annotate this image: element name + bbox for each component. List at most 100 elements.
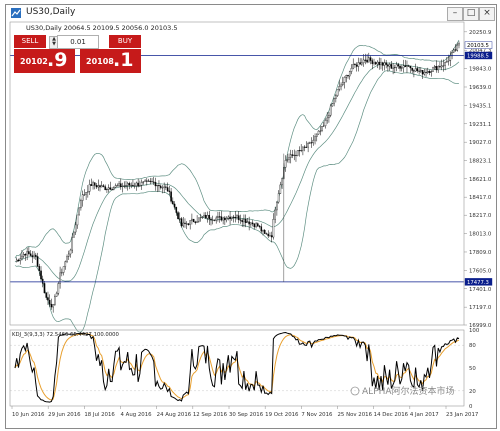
- candle-body: [284, 160, 287, 168]
- candle-body: [104, 186, 106, 191]
- candle-body: [163, 186, 165, 188]
- price-tick-label: 18823.1: [469, 159, 491, 165]
- candle-body: [336, 88, 339, 96]
- candle-body: [400, 67, 403, 69]
- candle-body: [140, 182, 143, 186]
- volume-input[interactable]: 0.01: [57, 35, 99, 49]
- candle-body: [76, 214, 79, 226]
- candle-body: [357, 62, 360, 67]
- candle-body: [343, 77, 346, 83]
- candle-body: [329, 105, 332, 116]
- candle-body: [378, 61, 380, 66]
- candle-body: [453, 49, 455, 53]
- candle-body: [253, 223, 256, 228]
- candle-body: [52, 304, 54, 308]
- candle-body: [416, 68, 419, 72]
- candle-body: [132, 184, 134, 187]
- candle-body: [142, 181, 145, 183]
- candle-body: [62, 266, 65, 273]
- candle-body: [133, 185, 136, 187]
- candle-body: [66, 256, 68, 262]
- candle-body: [258, 225, 261, 227]
- candle-body: [48, 300, 51, 305]
- time-tick-label: 10 Jun 2016: [12, 412, 45, 418]
- candle-body: [395, 64, 398, 68]
- candle-body: [414, 68, 417, 72]
- candle-body: [444, 62, 446, 66]
- candle-body: [322, 125, 325, 127]
- candle-body: [418, 70, 420, 72]
- candle-body: [435, 66, 438, 71]
- screenshot-frame: US30,Daily – □ × KDJ_3(9,3,3) 72.5466 65…: [0, 0, 500, 431]
- candle-body: [19, 258, 21, 262]
- candle-body: [106, 188, 108, 191]
- indicator-tick-label: 80: [469, 343, 476, 349]
- chart-window[interactable]: US30,Daily – □ × KDJ_3(9,3,3) 72.5466 65…: [5, 4, 497, 429]
- candle-body: [388, 64, 391, 67]
- candle-body: [227, 216, 230, 219]
- candle-body: [368, 57, 370, 63]
- candle-body: [35, 254, 37, 257]
- candle-body: [208, 214, 211, 220]
- candle-body: [175, 207, 178, 213]
- candle-body: [168, 190, 171, 192]
- candle-body: [69, 249, 72, 255]
- candle-body: [399, 65, 401, 69]
- candle-body: [170, 191, 172, 202]
- candle-body: [425, 71, 427, 73]
- candle-body: [316, 133, 318, 137]
- candle-body: [314, 136, 316, 141]
- candle-body: [78, 207, 80, 216]
- price-chart[interactable]: [10, 39, 464, 333]
- candle-body: [241, 220, 243, 223]
- candle-body: [203, 215, 205, 218]
- candle-body: [218, 216, 221, 218]
- candle-body: [394, 67, 396, 69]
- candle-body: [406, 65, 408, 68]
- candle-body: [350, 67, 353, 72]
- candle-body: [274, 209, 276, 220]
- candle-body: [184, 222, 186, 224]
- candle-body: [38, 266, 41, 272]
- candle-body: [28, 251, 30, 254]
- candle-body: [99, 185, 101, 188]
- candle-body: [137, 182, 139, 187]
- buy-price-box[interactable]: 20108 .1: [80, 49, 141, 73]
- price-tick-label: 19843.0: [469, 67, 492, 73]
- candle-body: [262, 230, 264, 232]
- price-tick-label: 20250.9: [469, 30, 492, 36]
- one-click-trading-panel[interactable]: SELL ▲ ▼ 0.01 BUY 20102 .9 20108 .1: [14, 35, 141, 73]
- candle-body: [180, 218, 183, 227]
- candle-body: [111, 189, 113, 191]
- candle-body: [80, 200, 82, 209]
- candle-body: [243, 219, 245, 223]
- buy-button[interactable]: BUY: [109, 35, 141, 48]
- candle-body: [446, 61, 448, 63]
- candle-body: [407, 65, 410, 67]
- candle-body: [123, 185, 126, 187]
- time-tick-label: 29 Jun 2016: [48, 412, 81, 418]
- candle-body: [281, 178, 283, 186]
- candle-body: [366, 59, 368, 63]
- candle-body: [118, 183, 120, 186]
- candle-body: [74, 224, 77, 233]
- candle-body: [211, 219, 214, 221]
- sell-button[interactable]: SELL: [14, 35, 46, 48]
- candle-body: [295, 154, 297, 156]
- candle-body: [107, 187, 110, 190]
- price-tick-label: 17197.0: [469, 305, 492, 311]
- candle-body: [64, 261, 67, 267]
- candle-body: [440, 65, 443, 68]
- candle-body: [231, 216, 233, 220]
- sell-price-box[interactable]: 20102 .9: [14, 49, 75, 73]
- candle-body: [224, 217, 226, 221]
- candle-body: [36, 256, 39, 267]
- candle-body: [326, 117, 328, 121]
- candle-body: [272, 218, 275, 238]
- candle-body: [352, 64, 354, 69]
- candle-body: [154, 182, 157, 187]
- candle-body: [248, 221, 250, 225]
- candle-body: [151, 181, 153, 183]
- candle-body: [61, 272, 63, 274]
- candle-body: [263, 230, 266, 234]
